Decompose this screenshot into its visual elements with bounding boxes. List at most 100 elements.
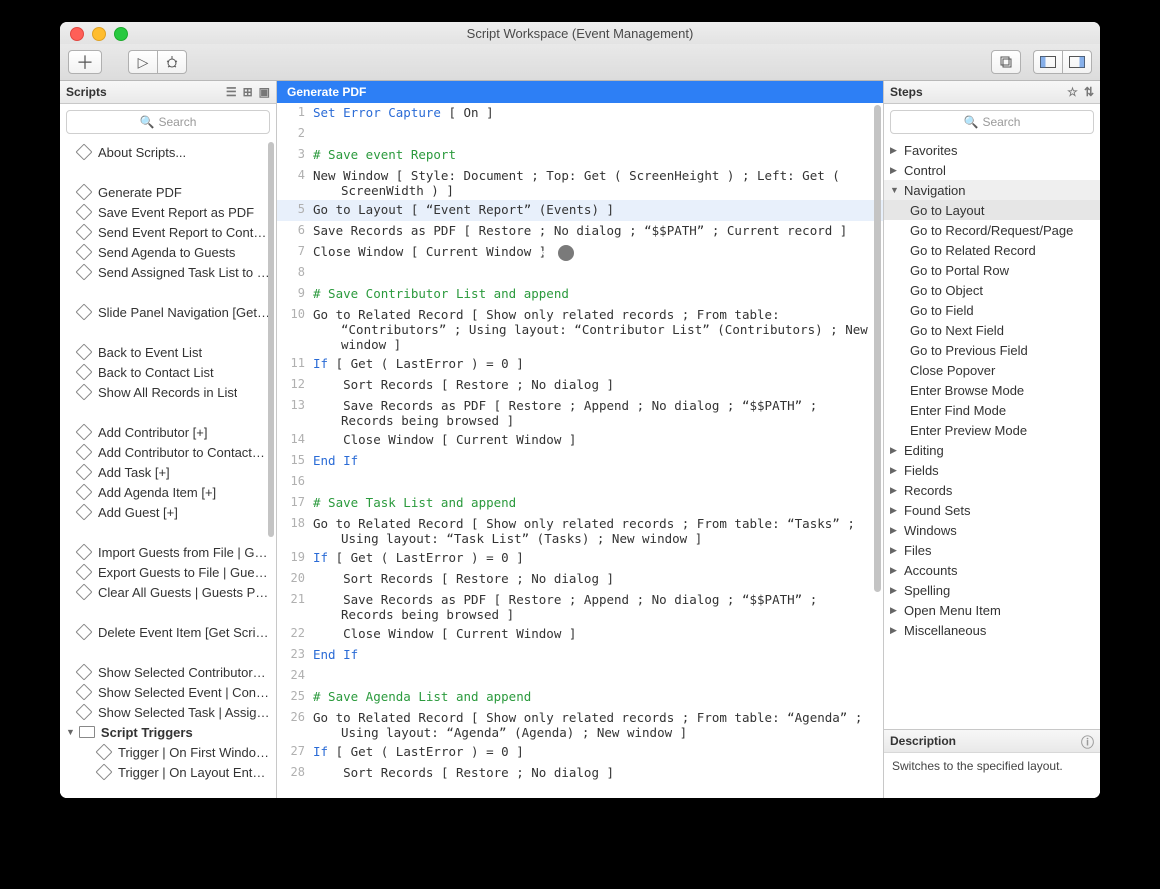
script-item[interactable]: Send Event Report to Contrib… <box>60 222 276 242</box>
script-item[interactable]: Delete Event Item [Get Script… <box>60 622 276 642</box>
editor-line[interactable]: 4New Window [ Style: Document ; Top: Get… <box>277 166 883 200</box>
script-item[interactable]: Save Event Report as PDF <box>60 202 276 222</box>
step-item[interactable]: Go to Previous Field <box>884 340 1100 360</box>
zoom-icon[interactable] <box>114 27 128 41</box>
editor-line[interactable]: 12 Sort Records [ Restore ; No dialog ] <box>277 375 883 396</box>
new-folder-icon[interactable]: ⊞ <box>243 85 253 99</box>
script-item[interactable]: Trigger | On First Window… <box>60 742 276 762</box>
editor-line[interactable]: 17# Save Task List and append <box>277 493 883 514</box>
step-category[interactable]: ▶Miscellaneous <box>884 620 1100 640</box>
script-editor[interactable]: 1Set Error Capture [ On ]2 3# Save event… <box>277 103 883 798</box>
new-item-icon[interactable]: ▣ <box>259 85 270 99</box>
step-item[interactable]: Go to Next Field <box>884 320 1100 340</box>
step-item[interactable]: Go to Field <box>884 300 1100 320</box>
step-item[interactable]: Go to Portal Row <box>884 260 1100 280</box>
run-button[interactable]: ▷ <box>128 50 157 74</box>
editor-line[interactable]: 25# Save Agenda List and append <box>277 687 883 708</box>
editor-line[interactable]: 13 Save Records as PDF [ Restore ; Appen… <box>277 396 883 430</box>
editor-line[interactable]: 20 Sort Records [ Restore ; No dialog ] <box>277 569 883 590</box>
script-item[interactable]: Send Assigned Task List to C… <box>60 262 276 282</box>
script-item[interactable]: Clear All Guests | Guests Portal <box>60 582 276 602</box>
steps-list[interactable]: ▶Favorites▶Control▼NavigationGo to Layou… <box>884 140 1100 729</box>
step-item[interactable]: Enter Preview Mode <box>884 420 1100 440</box>
script-item[interactable]: Add Guest [+] <box>60 502 276 522</box>
editor-line[interactable]: 21 Save Records as PDF [ Restore ; Appen… <box>277 590 883 624</box>
step-category[interactable]: ▶Favorites <box>884 140 1100 160</box>
step-category[interactable]: ▶Files <box>884 540 1100 560</box>
scrollbar[interactable] <box>874 105 881 592</box>
editor-line[interactable]: 2 <box>277 124 883 145</box>
close-icon[interactable] <box>70 27 84 41</box>
scripts-list[interactable]: About Scripts... Generate PDFSave Event R… <box>60 140 276 798</box>
step-category[interactable]: ▶Found Sets <box>884 500 1100 520</box>
minimize-icon[interactable] <box>92 27 106 41</box>
help-icon[interactable]: ⓘ <box>1081 732 1094 751</box>
script-item[interactable]: Generate PDF <box>60 182 276 202</box>
editor-line[interactable]: 19If [ Get ( LastError ) = 0 ] <box>277 548 883 569</box>
toggle-left-pane-button[interactable] <box>1033 50 1062 74</box>
step-item[interactable]: Go to Related Record <box>884 240 1100 260</box>
script-item[interactable]: Show Selected Contributors |… <box>60 662 276 682</box>
editor-line[interactable]: 27If [ Get ( LastError ) = 0 ] <box>277 742 883 763</box>
sort-icon[interactable]: ⇅ <box>1084 85 1094 99</box>
script-item[interactable]: About Scripts... <box>60 142 276 162</box>
step-category[interactable]: ▶Fields <box>884 460 1100 480</box>
editor-line[interactable]: 23End If <box>277 645 883 666</box>
editor-line[interactable]: 5Go to Layout [ “Event Report” (Events) … <box>277 200 883 221</box>
editor-line[interactable]: 15End If <box>277 451 883 472</box>
editor-line[interactable]: 11If [ Get ( LastError ) = 0 ] <box>277 354 883 375</box>
step-item[interactable]: Close Popover <box>884 360 1100 380</box>
step-item[interactable]: Go to Layout <box>884 200 1100 220</box>
step-category[interactable]: ▶Spelling <box>884 580 1100 600</box>
step-category[interactable]: ▶Accounts <box>884 560 1100 580</box>
script-item[interactable]: Show Selected Event | Contri… <box>60 682 276 702</box>
script-item[interactable]: Export Guests to File | Guest… <box>60 562 276 582</box>
editor-line[interactable]: 7Close Window [ Current Window ] ✱ <box>277 242 883 263</box>
editor-line[interactable]: 26Go to Related Record [ Show only relat… <box>277 708 883 742</box>
new-script-button[interactable]: ＋ <box>68 50 102 74</box>
script-item[interactable]: Import Guests from File | Gue… <box>60 542 276 562</box>
steps-search[interactable]: 🔍 Search <box>890 110 1094 134</box>
script-item[interactable]: Add Contributor [+] <box>60 422 276 442</box>
editor-line[interactable]: 8 <box>277 263 883 284</box>
scrollbar[interactable] <box>268 142 274 537</box>
step-category[interactable]: ▶Open Menu Item <box>884 600 1100 620</box>
editor-line[interactable]: 24 <box>277 666 883 687</box>
debug-button[interactable] <box>157 50 187 74</box>
step-item[interactable]: Go to Record/Request/Page <box>884 220 1100 240</box>
step-category[interactable]: ▶Windows <box>884 520 1100 540</box>
step-category[interactable]: ▼Navigation <box>884 180 1100 200</box>
script-item[interactable]: Send Agenda to Guests <box>60 242 276 262</box>
script-item[interactable]: Show All Records in List <box>60 382 276 402</box>
script-item[interactable]: Back to Contact List <box>60 362 276 382</box>
editor-line[interactable]: 9# Save Contributor List and append <box>277 284 883 305</box>
editor-line[interactable]: 3# Save event Report <box>277 145 883 166</box>
editor-tab[interactable]: Generate PDF <box>277 81 883 103</box>
step-item[interactable]: Go to Object <box>884 280 1100 300</box>
step-category[interactable]: ▶Editing <box>884 440 1100 460</box>
editor-line[interactable]: 1Set Error Capture [ On ] <box>277 103 883 124</box>
editor-line[interactable]: 6Save Records as PDF [ Restore ; No dial… <box>277 221 883 242</box>
step-item[interactable]: Enter Browse Mode <box>884 380 1100 400</box>
editor-line[interactable]: 22 Close Window [ Current Window ] <box>277 624 883 645</box>
editor-line[interactable]: 10Go to Related Record [ Show only relat… <box>277 305 883 354</box>
step-category[interactable]: ▶Control <box>884 160 1100 180</box>
duplicate-button[interactable] <box>991 50 1021 74</box>
favorite-icon[interactable]: ☆ <box>1067 85 1078 99</box>
editor-line[interactable]: 14 Close Window [ Current Window ] <box>277 430 883 451</box>
script-item[interactable]: Add Contributor to Contacts [+] <box>60 442 276 462</box>
toggle-right-pane-button[interactable] <box>1062 50 1092 74</box>
script-item[interactable]: Trigger | On Layout Enter [… <box>60 762 276 782</box>
editor-line[interactable]: 16 <box>277 472 883 493</box>
script-item[interactable]: Show Selected Task | Assign… <box>60 702 276 722</box>
folder-item[interactable]: ▼Script Triggers <box>60 722 276 742</box>
editor-line[interactable]: 28 Sort Records [ Restore ; No dialog ] <box>277 763 883 784</box>
script-item[interactable]: Slide Panel Navigation [Get S… <box>60 302 276 322</box>
script-item[interactable]: Add Task [+] <box>60 462 276 482</box>
script-item[interactable]: Back to Event List <box>60 342 276 362</box>
editor-line[interactable]: 18Go to Related Record [ Show only relat… <box>277 514 883 548</box>
script-item[interactable]: Add Agenda Item [+] <box>60 482 276 502</box>
list-view-icon[interactable]: ☰ <box>226 85 237 99</box>
step-item[interactable]: Enter Find Mode <box>884 400 1100 420</box>
step-category[interactable]: ▶Records <box>884 480 1100 500</box>
